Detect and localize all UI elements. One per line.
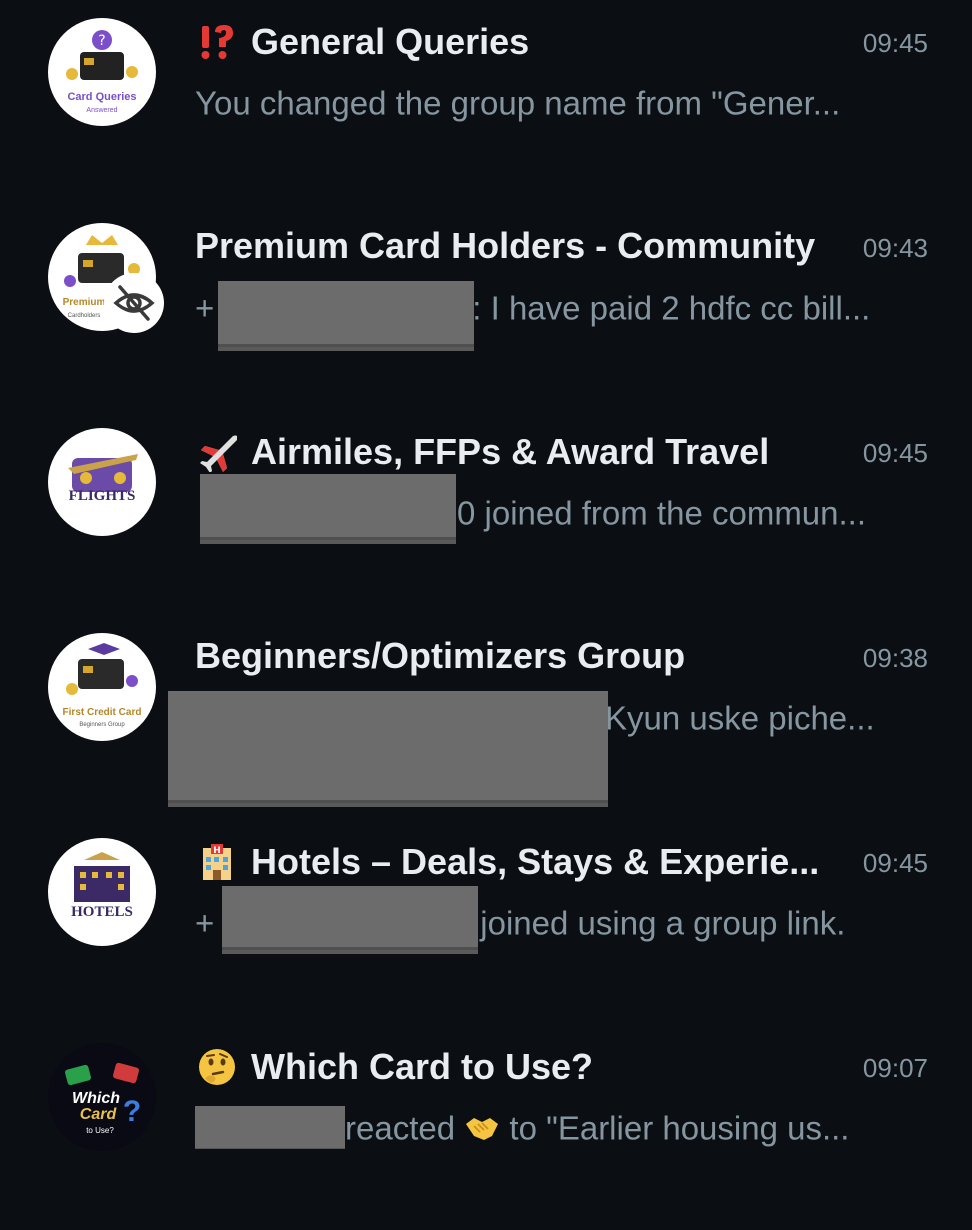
chat-title: H Hotels – Deals, Stays & Experie... <box>195 840 845 884</box>
avatar-caption: Card Queries <box>67 91 136 103</box>
chat-name: General Queries <box>251 21 530 62</box>
chat-name: Hotels – Deals, Stays & Experie... <box>251 841 820 882</box>
chat-name: Which Card to Use? <box>251 1046 594 1087</box>
chat-name: Airmiles, FFPs & Award Travel <box>251 431 770 472</box>
group-avatar[interactable]: ? Card Queries Answered <box>48 18 156 126</box>
preview-prefix: + <box>195 289 215 327</box>
chat-row-airmiles[interactable]: FLIGHTS Airmiles, FFPs & Award Travel 09… <box>0 410 972 615</box>
chat-row-which-card[interactable]: Which Card ? to Use? Which Card to Use? … <box>0 1025 972 1230</box>
handshake-icon <box>464 1110 500 1146</box>
chat-row-premium-card-holders[interactable]: Premium Cardholders Premium Card Holders… <box>0 205 972 410</box>
avatar-caption: HOTELS <box>71 904 133 920</box>
group-avatar[interactable]: Which Card ? to Use? <box>48 1043 156 1151</box>
chat-preview: reacted to "Earlier housing us... <box>195 1103 915 1149</box>
svg-text:H: H <box>213 846 221 856</box>
chat-name: Beginners/Optimizers Group <box>195 635 686 676</box>
chat-row-hotels[interactable]: HOTELS H Hotels – Deals, Stays & Experie… <box>0 820 972 1025</box>
preview-text: to "Earlier housing us... <box>509 1109 850 1147</box>
exclamation-question-icon <box>195 20 239 64</box>
preview-text: 0 joined from the commun... <box>457 494 867 532</box>
redaction-block <box>222 886 478 954</box>
avatar-caption: FLIGHTS <box>69 488 136 504</box>
chat-time: 09:07 <box>862 1053 928 1083</box>
chat-title: Airmiles, FFPs & Award Travel <box>195 430 845 474</box>
chat-time: 09:38 <box>862 643 928 673</box>
airplane-icon <box>195 430 239 474</box>
chat-time: 09:43 <box>862 233 928 263</box>
svg-text:?: ? <box>98 33 105 49</box>
avatar-subcaption: Answered <box>86 107 117 114</box>
chat-row-beginners[interactable]: First Credit Card Beginners Group Beginn… <box>0 615 972 820</box>
avatar-caption: First Credit Card <box>63 707 142 718</box>
chat-title: Which Card to Use? <box>195 1045 845 1089</box>
chat-time: 09:45 <box>862 438 928 468</box>
avatar-subcaption: Beginners Group <box>79 722 125 728</box>
preview-text: Kyun uske piche... <box>605 699 875 737</box>
chat-preview: You changed the group name from "Gener..… <box>195 78 915 124</box>
redaction-block <box>195 1105 345 1149</box>
chat-time: 09:45 <box>862 848 928 878</box>
svg-text:Card: Card <box>80 1106 118 1123</box>
avatar-subcaption: Cardholders <box>68 313 101 319</box>
hotel-icon: H <box>195 840 239 884</box>
chat-row-general-queries[interactable]: ? Card Queries Answered General Queries … <box>0 0 972 205</box>
thinking-face-icon <box>195 1045 239 1089</box>
avatar-caption: Premium <box>63 297 106 308</box>
chat-title: Premium Card Holders - Community <box>195 225 845 267</box>
svg-text:to Use?: to Use? <box>86 1126 114 1135</box>
redaction-block <box>168 691 608 807</box>
chat-name: Premium Card Holders - Community <box>195 225 816 266</box>
preview-prefix: + <box>195 904 215 942</box>
svg-text:?: ? <box>123 1095 141 1128</box>
group-avatar[interactable]: HOTELS <box>48 838 156 946</box>
redaction-block <box>200 474 456 544</box>
preview-reacted: reacted <box>345 1109 456 1147</box>
chat-title: Beginners/Optimizers Group <box>195 635 845 677</box>
chat-title: General Queries <box>195 20 845 64</box>
eye-off-icon <box>104 273 164 333</box>
preview-text: : I have paid 2 hdfc cc bill... <box>472 289 871 327</box>
svg-text:Which: Which <box>72 1090 120 1107</box>
preview-text: You changed the group name from "Gener..… <box>195 84 841 122</box>
redaction-block <box>218 281 474 351</box>
group-avatar[interactable]: First Credit Card Beginners Group <box>48 633 156 741</box>
chat-time: 09:45 <box>862 28 928 58</box>
group-avatar[interactable]: FLIGHTS <box>48 428 156 536</box>
preview-text: joined using a group link. <box>480 904 846 942</box>
